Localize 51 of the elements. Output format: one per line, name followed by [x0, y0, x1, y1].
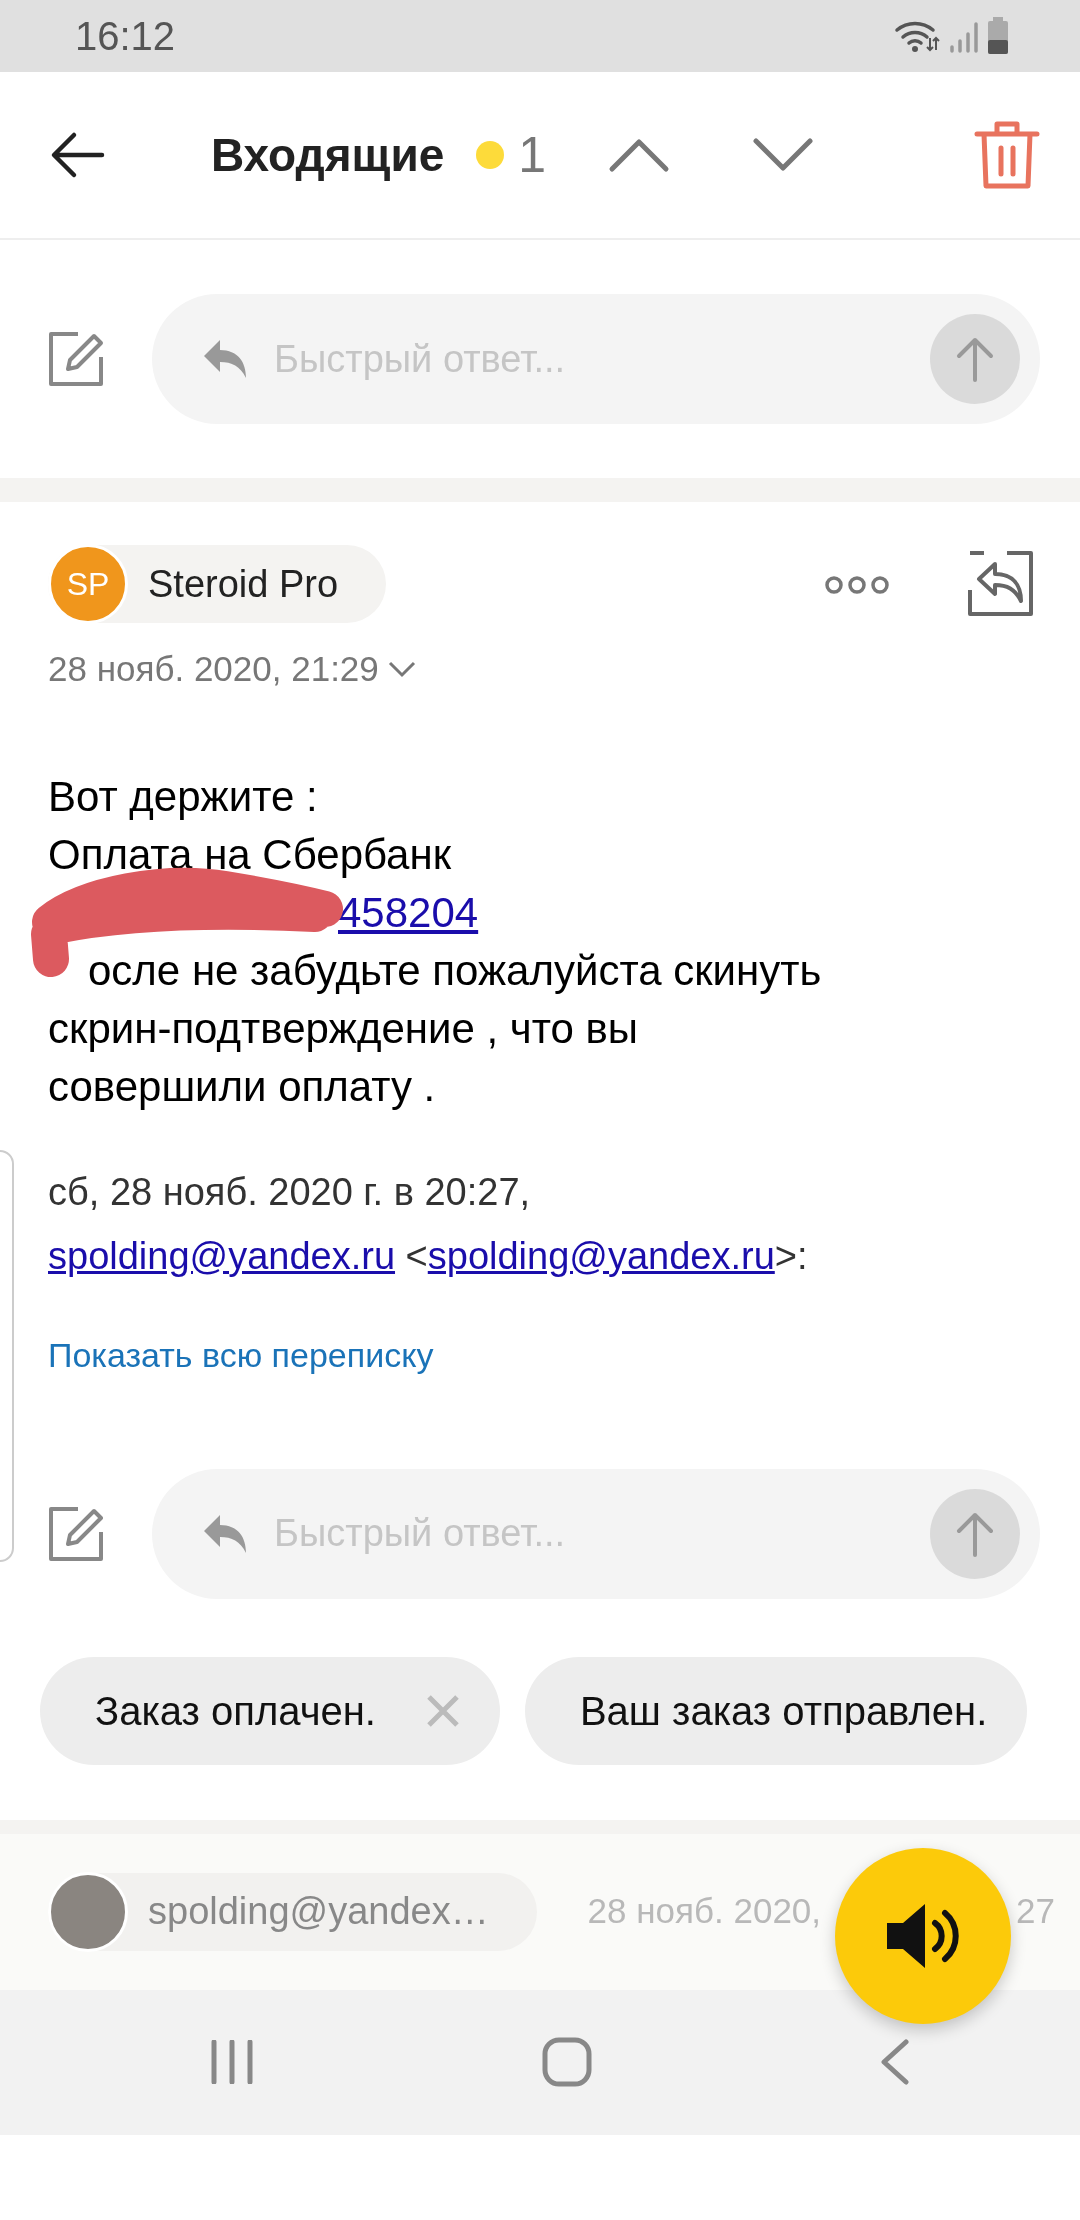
status-time: 16:12	[75, 13, 176, 60]
battery-icon	[986, 16, 1010, 56]
folder-title: Входящие	[211, 127, 445, 183]
show-thread-link[interactable]: Показать всю переписку	[48, 1329, 434, 1381]
reply-icon	[202, 338, 248, 380]
reply-box-icon	[967, 550, 1035, 618]
bracket-text: >:	[774, 1234, 808, 1277]
recent-apps-button[interactable]	[210, 2040, 254, 2084]
chevron-down-icon	[752, 137, 815, 173]
previous-button[interactable]	[608, 137, 671, 173]
compose-button[interactable]	[48, 331, 104, 387]
more-dots-icon	[824, 574, 890, 595]
sender-name: Steroid Pro	[148, 561, 339, 607]
close-icon	[425, 1693, 460, 1728]
trash-icon	[974, 120, 1040, 190]
unread-count: 1	[518, 125, 547, 185]
message-text-line: осле не забудьте пожалуйста скинуть	[88, 946, 822, 994]
chevron-down-icon	[386, 660, 417, 679]
card-number-link[interactable]: 458204	[338, 888, 479, 936]
message-text-line: Оплата на Сбербанк	[48, 830, 452, 878]
recent-apps-icon	[210, 2040, 254, 2084]
back-chevron-icon	[880, 2039, 910, 2085]
unread-dot-icon	[476, 141, 505, 169]
back-arrow-icon	[50, 131, 106, 179]
chevron-up-icon	[608, 137, 671, 173]
message-text-line: совершили оплату .	[48, 1062, 436, 1110]
message-date: 28 нояб. 2020, 21:29	[48, 648, 379, 690]
home-button[interactable]	[542, 2037, 592, 2087]
sender-avatar: SP	[48, 544, 128, 624]
home-icon	[542, 2037, 592, 2087]
reply-button[interactable]	[967, 550, 1035, 618]
message-text-line: Вот держите :	[48, 772, 318, 820]
next-button[interactable]	[752, 137, 815, 173]
suggestion-chip[interactable]: Ваш заказ отправлен.	[524, 1656, 1028, 1765]
suggestion-chip[interactable]: Заказ оплачен.	[40, 1656, 500, 1765]
back-button[interactable]	[50, 131, 106, 179]
edit-icon	[48, 331, 104, 387]
bracket-text: <	[404, 1234, 428, 1277]
message-date: 27	[1016, 1890, 1055, 1933]
quote-header: сб, 28 нояб. 2020 г. в 20:27,	[48, 1169, 532, 1215]
arrow-up-icon	[955, 336, 995, 382]
edit-icon	[48, 1505, 104, 1562]
email-link[interactable]: spolding@yandex.ru	[427, 1234, 775, 1277]
email-link[interactable]: spolding@yandex.ru	[48, 1234, 395, 1277]
message-date: 28 нояб. 2020,	[587, 1890, 822, 1933]
compose-button[interactable]	[48, 1505, 104, 1562]
speaker-icon	[885, 1901, 961, 1971]
arrow-up-icon	[955, 1510, 995, 1557]
message-text-line: скрин-подтверждение , что вы	[48, 1004, 638, 1052]
delete-button[interactable]	[974, 120, 1040, 190]
sender-chip[interactable]: SP Steroid Pro	[48, 545, 387, 623]
